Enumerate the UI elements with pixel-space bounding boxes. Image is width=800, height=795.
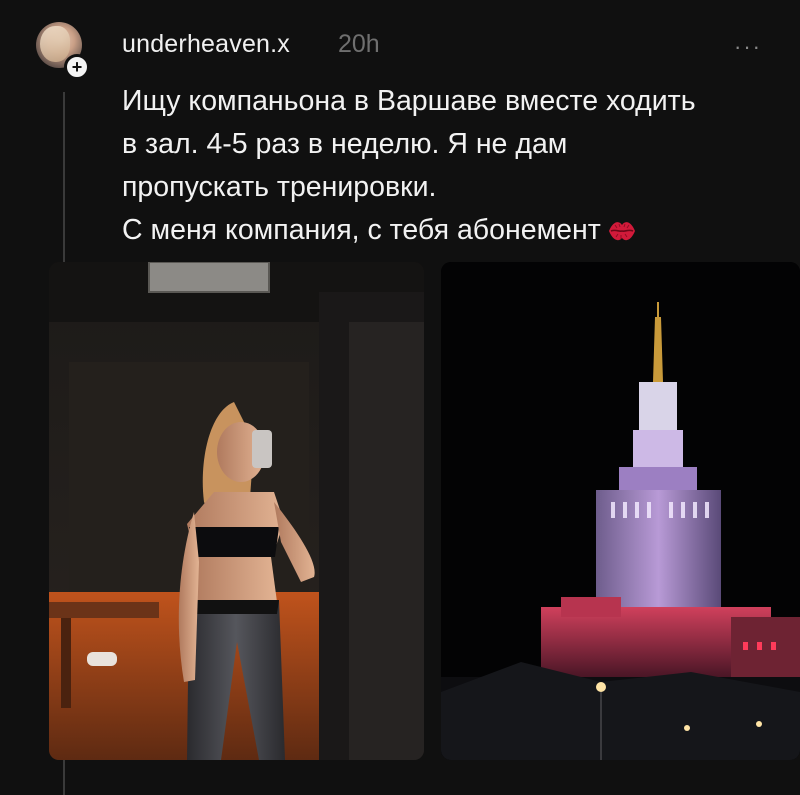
thread-post: + underheaven.x 20h ··· Ищу компаньона в… (0, 0, 800, 795)
media-photo-1[interactable] (49, 262, 424, 760)
post-text-line: С меня компания, с тебя абонемент (122, 214, 601, 246)
post-text-line: Ищу компаньона в Варшаве вместе ходить (122, 85, 696, 117)
post-timestamp: 20h (338, 30, 380, 58)
avatar-image (40, 26, 70, 62)
follow-button[interactable]: + (64, 54, 90, 80)
post-text-line-last: С меня компания, с тебя абонемент (122, 209, 782, 252)
media-photo-2[interactable] (441, 262, 800, 760)
post-text-line: пропускать тренировки. (122, 171, 437, 203)
plus-icon: + (71, 57, 83, 77)
palace-of-culture-night-photo (441, 262, 800, 760)
more-options-icon[interactable]: ··· (734, 36, 762, 58)
username-link[interactable]: underheaven.x (122, 30, 290, 59)
kiss-mark-icon (608, 222, 635, 241)
gym-mirror-selfie-photo (49, 262, 424, 760)
post-body: Ищу компаньона в Варшаве вместе ходить в… (122, 80, 782, 252)
post-text-line: в зал. 4-5 раз в неделю. Я не дам (122, 128, 568, 160)
